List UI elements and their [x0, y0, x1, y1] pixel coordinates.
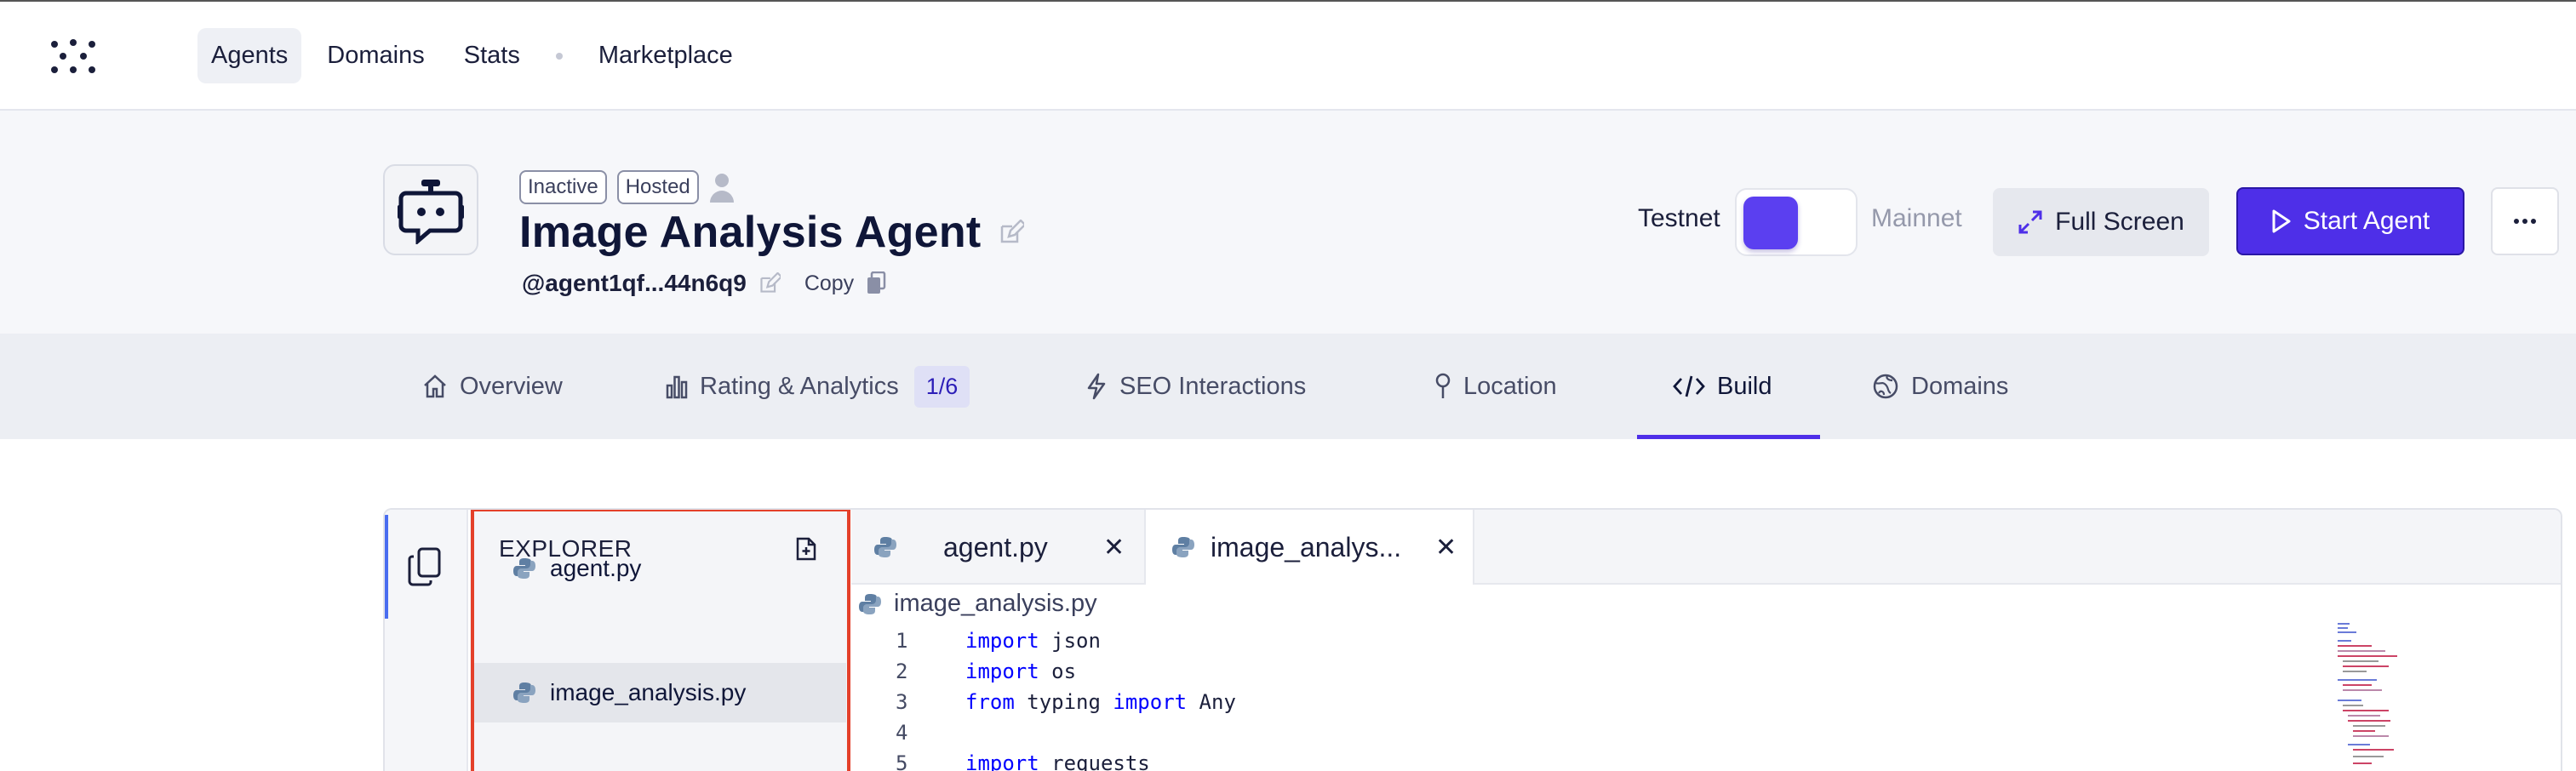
more-options-button[interactable]	[2491, 187, 2559, 255]
nav-marketplace[interactable]: Marketplace	[585, 28, 747, 83]
code-line: 5 import requests	[896, 751, 1150, 771]
tab-domains-label: Domains	[1911, 372, 2009, 400]
code-content[interactable]: 1 import json 2 import os 3 from typing imp…	[896, 625, 1236, 771]
code-line: 2 import os	[896, 660, 1077, 683]
play-icon	[2272, 209, 2291, 233]
tab-seo-interactions[interactable]: SEO Interactions	[1085, 334, 1306, 439]
tab-seo-interactions-label: SEO Interactions	[1119, 372, 1307, 400]
code-line: 4	[896, 721, 908, 745]
expand-icon	[2018, 210, 2042, 234]
editor-breadcrumb: image_analysis.py	[858, 590, 1097, 618]
agent-title-row: Image Analysis Agent	[519, 207, 1024, 258]
start-agent-label: Start Agent	[2303, 207, 2430, 235]
agent-address-row: @agent1qf...44n6q9 Copy	[522, 270, 886, 297]
pin-icon	[1435, 373, 1451, 398]
agent-title: Image Analysis Agent	[519, 208, 982, 257]
editor-tab-agent[interactable]: agent.py ✕	[851, 510, 1146, 585]
tab-location-label: Location	[1463, 372, 1557, 400]
copy-address-button[interactable]: Copy	[804, 271, 854, 296]
network-toggle-knob[interactable]	[1743, 197, 1798, 249]
nav-agents[interactable]: Agents	[197, 28, 302, 83]
agent-header: Inactive Hosted Image Analysis Agent @ag…	[0, 111, 2576, 334]
tab-rating-analytics-label: Rating & Analytics	[700, 372, 899, 400]
tab-location[interactable]: Location	[1434, 334, 1557, 439]
agent-address: @agent1qf...44n6q9	[522, 270, 747, 296]
nav-stats[interactable]: Stats	[450, 28, 534, 83]
code-minimap[interactable]	[2338, 620, 2414, 771]
start-agent-button[interactable]: Start Agent	[2236, 187, 2464, 255]
tab-overview[interactable]: Overview	[422, 334, 563, 439]
tab-build-label: Build	[1717, 372, 1772, 400]
code-icon	[1673, 375, 1705, 397]
tab-domains[interactable]: Domains	[1872, 334, 2008, 439]
tab-overview-label: Overview	[460, 372, 563, 400]
user-icon	[709, 174, 734, 203]
more-icon	[2514, 219, 2536, 224]
code-editor-panel: EXPLORER agent.py image_analysis.py agen…	[383, 508, 2562, 771]
nav-domains[interactable]: Domains	[313, 28, 438, 83]
edit-icon[interactable]	[999, 220, 1024, 245]
editor-tab-image-analysis-label: image_analys...	[1211, 531, 1402, 563]
editor-tab-image-analysis[interactable]: image_analys... ✕	[1146, 510, 1474, 585]
full-screen-button[interactable]: Full Screen	[1993, 188, 2209, 256]
full-screen-label: Full Screen	[2055, 208, 2184, 236]
bar-chart-icon	[666, 375, 688, 399]
active-tab-indicator	[1637, 435, 1820, 439]
close-icon[interactable]: ✕	[1435, 533, 1457, 563]
activity-bar	[385, 510, 468, 771]
robot-icon	[398, 179, 464, 244]
bolt-icon	[1087, 373, 1106, 400]
network-label-mainnet: Mainnet	[1871, 204, 1962, 232]
files-icon[interactable]	[407, 546, 443, 587]
main-nav: Agents Domains Stats Marketplace	[197, 28, 747, 83]
agent-badges: Inactive Hosted	[519, 170, 735, 204]
code-line: 3 from typing import Any	[896, 690, 1236, 714]
edit-address-icon[interactable]	[758, 272, 781, 294]
agent-tabs: Overview Rating & Analytics 1/6 SEO Inte…	[0, 334, 2576, 439]
network-label-testnet: Testnet	[1638, 204, 1720, 232]
logo-icon[interactable]	[49, 37, 97, 77]
top-navbar: Agents Domains Stats Marketplace	[0, 0, 2576, 111]
globe-icon	[1873, 374, 1898, 399]
editor-tab-agent-label: agent.py	[943, 531, 1048, 563]
home-icon	[424, 374, 446, 398]
agent-avatar	[383, 164, 478, 255]
tab-build[interactable]: Build	[1673, 334, 1772, 439]
analytics-count-badge: 1/6	[913, 365, 970, 408]
python-icon	[874, 537, 896, 557]
python-icon	[859, 593, 881, 614]
status-badge-inactive: Inactive	[519, 170, 607, 204]
activity-active-indicator	[385, 515, 388, 619]
tab-rating-analytics[interactable]: Rating & Analytics 1/6	[666, 334, 970, 439]
copy-icon[interactable]	[866, 271, 886, 295]
status-badge-hosted: Hosted	[616, 170, 699, 204]
editor-tab-bar: agent.py ✕ image_analys... ✕	[851, 510, 2561, 585]
network-toggle[interactable]	[1735, 188, 1858, 256]
python-icon	[1172, 537, 1194, 557]
highlight-frame	[471, 510, 850, 771]
nav-separator-dot	[555, 52, 563, 60]
close-icon[interactable]: ✕	[1103, 533, 1125, 563]
code-line: 1 import json	[896, 629, 1101, 653]
breadcrumb-file[interactable]: image_analysis.py	[894, 590, 1097, 618]
